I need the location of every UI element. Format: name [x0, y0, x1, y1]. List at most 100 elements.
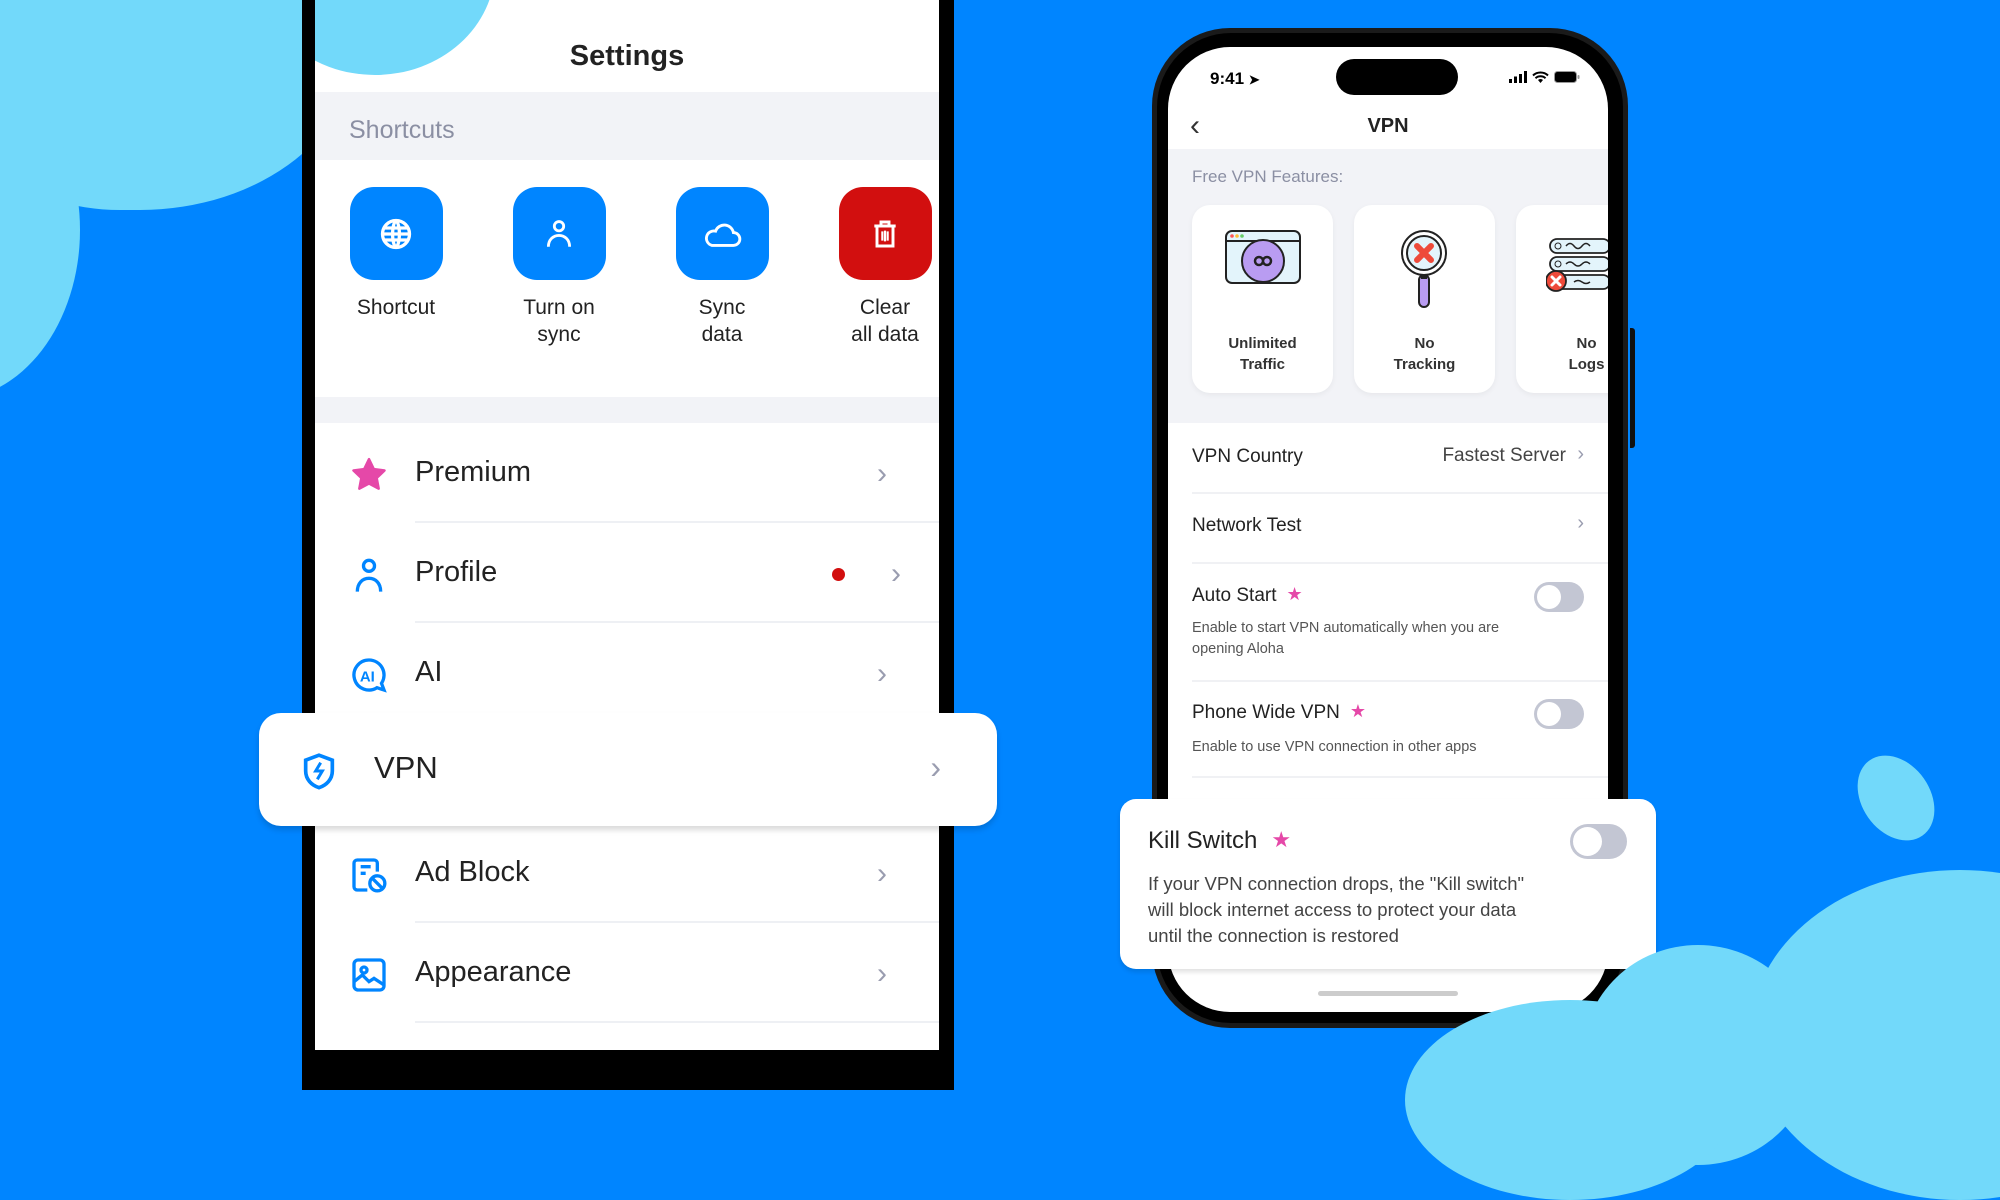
- feature-label-line1: No: [1414, 335, 1435, 352]
- row-label: Phone Wide VPN ★: [1192, 701, 1366, 724]
- chevron-right-icon: ›: [930, 749, 941, 785]
- row-phone-wide-vpn: Phone Wide VPN ★ Enable to use VPN connec…: [1192, 681, 1608, 778]
- status-time: 9:41 ➤: [1210, 69, 1260, 89]
- row-label: Network Test: [1192, 515, 1302, 536]
- shortcut-label: Clear all data: [851, 296, 919, 346]
- shortcuts-header-label: Shortcuts: [349, 116, 455, 144]
- home-indicator: [1318, 991, 1458, 996]
- person-icon: [349, 555, 389, 595]
- chevron-right-icon: ›: [877, 957, 887, 990]
- auto-start-label: Auto Start: [1192, 585, 1277, 606]
- signal-icon: [1509, 71, 1527, 83]
- item-label: VPN: [374, 750, 438, 785]
- shortcut-button-sync-data[interactable]: Sync data: [662, 187, 782, 348]
- row-label: VPN Country: [1192, 446, 1303, 467]
- item-label: Profile: [415, 556, 498, 588]
- feature-label: No Logs: [1516, 333, 1608, 375]
- unlimited-traffic-icon: [1192, 229, 1333, 319]
- decorative-blob-bottom-left: [1405, 1000, 1735, 1200]
- notification-dot: [832, 568, 845, 581]
- settings-item-premium[interactable]: Premium ›: [315, 423, 939, 523]
- dynamic-island: [1336, 59, 1458, 95]
- chevron-right-icon: ›: [877, 457, 887, 490]
- phone-wide-vpn-label: Phone Wide VPN: [1192, 702, 1340, 723]
- kill-switch-title: Kill Switch ★: [1148, 827, 1291, 855]
- item-label: AI: [415, 656, 443, 688]
- settings-item-ad-block[interactable]: Ad Block ›: [315, 823, 939, 923]
- shield-bolt-icon: [299, 750, 339, 797]
- row-auto-start: Auto Start ★ Enable to start VPN automati…: [1192, 563, 1608, 682]
- shortcut-label: Sync data: [698, 296, 746, 346]
- trash-icon: [838, 187, 932, 280]
- feature-label-line2: Tracking: [1393, 356, 1456, 373]
- star-icon: [349, 455, 389, 495]
- row-description: Enable to start VPN automatically when y…: [1192, 620, 1500, 657]
- premium-star-icon: ★: [1286, 584, 1303, 604]
- feature-label-line2: Traffic: [1239, 356, 1285, 373]
- shortcuts-section-header: Shortcuts: [315, 92, 939, 160]
- chevron-right-icon: ›: [1577, 443, 1584, 465]
- chevron-right-icon: ›: [877, 657, 887, 690]
- ai-chat-icon: AI: [349, 655, 389, 695]
- divider: [415, 1021, 939, 1023]
- kill-switch-card: Kill Switch ★ If your VPN connection drop…: [1120, 799, 1656, 969]
- settings-item-vpn-highlighted[interactable]: VPN ›: [259, 713, 997, 826]
- no-logs-icon: [1516, 229, 1608, 319]
- shortcut-button-clear-all-data[interactable]: Clear all data: [825, 187, 939, 348]
- row-description: Enable to use VPN connection in other ap…: [1192, 739, 1477, 755]
- time-text: 9:41: [1210, 69, 1245, 88]
- settings-item-ai[interactable]: AI AI ›: [315, 623, 939, 723]
- settings-screen: Settings Shortcuts Shortcut Turn on sync…: [315, 0, 939, 1050]
- page-title: Settings: [569, 40, 685, 72]
- divider: [1192, 776, 1608, 778]
- nav-title: VPN: [1367, 115, 1409, 137]
- kill-switch-label: Kill Switch: [1148, 827, 1258, 854]
- person-icon: [512, 187, 606, 280]
- shortcut-label: Turn on sync: [523, 296, 595, 346]
- cloud-icon: [675, 187, 769, 280]
- item-label: Premium: [415, 456, 532, 488]
- settings-item-appearance[interactable]: Appearance ›: [315, 923, 939, 1023]
- settings-item-profile[interactable]: Profile ›: [315, 523, 939, 623]
- feature-card-unlimited-traffic: Unlimited Traffic: [1192, 205, 1333, 393]
- vpn-country-value: Fastest Server: [1442, 445, 1566, 466]
- feature-label: No Tracking: [1354, 333, 1495, 375]
- feature-label-line1: Unlimited: [1228, 335, 1297, 352]
- item-label: Appearance: [415, 956, 572, 988]
- shortcut-label: Shortcut: [356, 296, 436, 319]
- chevron-right-icon: ›: [1577, 512, 1584, 534]
- feature-label-line2: Logs: [1568, 356, 1605, 373]
- premium-star-icon: ★: [1271, 827, 1292, 852]
- feature-card-no-tracking: No Tracking: [1354, 205, 1495, 393]
- premium-star-icon: ★: [1349, 701, 1366, 721]
- kill-switch-description: If your VPN connection drops, the "Kill …: [1148, 873, 1525, 946]
- no-tracking-icon: [1354, 229, 1495, 319]
- row-network-test[interactable]: Network Test ›: [1192, 493, 1608, 564]
- battery-icon: [1554, 71, 1580, 83]
- status-icons: [1509, 71, 1580, 83]
- row-vpn-country[interactable]: VPN Country Fastest Server ›: [1192, 423, 1608, 494]
- features-section: Free VPN Features: Unlimited Traffic No Tr…: [1168, 149, 1608, 423]
- phone-wide-vpn-toggle[interactable]: [1534, 699, 1584, 729]
- item-label: Ad Block: [415, 856, 530, 888]
- row-label: Auto Start ★: [1192, 584, 1303, 607]
- image-icon: [349, 955, 389, 995]
- kill-switch-toggle[interactable]: [1570, 824, 1627, 859]
- globe-icon: [349, 187, 443, 280]
- shortcut-button-turn-on-sync[interactable]: Turn on sync: [499, 187, 619, 348]
- status-bar: 9:41 ➤: [1168, 59, 1608, 99]
- svg-text:AI: AI: [360, 669, 375, 686]
- wifi-icon: [1532, 71, 1549, 83]
- features-header: Free VPN Features:: [1192, 167, 1344, 186]
- nav-bar: ‹ VPN: [1168, 109, 1608, 149]
- phone-side-button: [1630, 328, 1635, 448]
- section-divider: [315, 397, 939, 423]
- chevron-right-icon: ›: [877, 857, 887, 890]
- shortcut-button-shortcut[interactable]: Shortcut: [336, 187, 456, 321]
- decorative-blob-small-oval: [1841, 740, 1951, 856]
- auto-start-toggle[interactable]: [1534, 582, 1584, 612]
- location-arrow-icon: ➤: [1248, 72, 1260, 87]
- feature-label: Unlimited Traffic: [1192, 333, 1333, 375]
- ad-block-icon: [349, 855, 389, 895]
- feature-card-no-logs: No Logs: [1516, 205, 1608, 393]
